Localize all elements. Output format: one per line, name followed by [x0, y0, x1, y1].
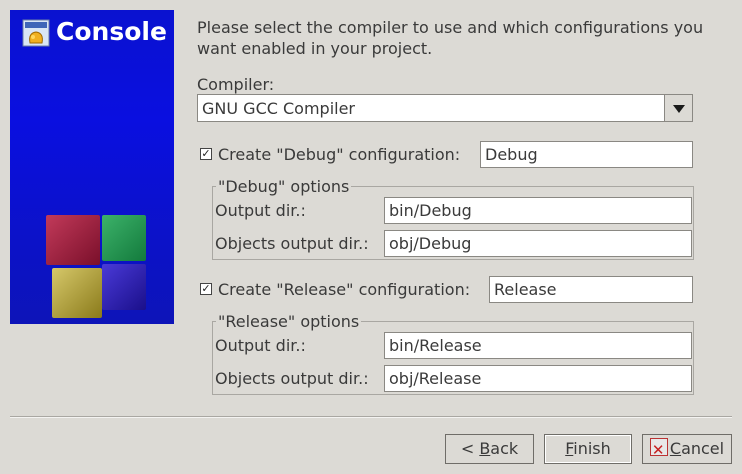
debug-options-title: "Debug" options — [216, 177, 352, 196]
finish-label-rest: inish — [573, 439, 611, 458]
release-options-title: "Release" options — [216, 312, 362, 331]
cancel-icon — [649, 436, 668, 464]
debug-name-value: Debug — [485, 145, 538, 164]
back-label-rest: ack — [490, 439, 519, 458]
release-output-value: bin/Release — [389, 336, 482, 355]
debug-checkbox-label: Create "Debug" configuration: — [218, 145, 461, 164]
debug-output-value: bin/Debug — [389, 201, 472, 220]
codeblocks-logo-icon — [22, 19, 50, 47]
banner-title: Console — [56, 17, 167, 46]
release-objects-label: Objects output dir.: — [215, 369, 369, 388]
cancel-label-rest: ancel — [681, 439, 725, 458]
compiler-value: GNU GCC Compiler — [202, 99, 356, 118]
debug-output-field[interactable]: bin/Debug — [384, 197, 692, 224]
release-objects-field[interactable]: obj/Release — [384, 365, 692, 392]
compiler-label: Compiler: — [197, 75, 275, 94]
debug-objects-value: obj/Debug — [389, 234, 472, 253]
back-mnemonic: B — [479, 439, 491, 458]
cancel-mnemonic: C — [669, 439, 682, 458]
release-output-label: Output dir.: — [215, 336, 306, 355]
intro-text: Please select the compiler to use and wh… — [197, 18, 704, 58]
debug-objects-label: Objects output dir.: — [215, 234, 369, 253]
cancel-button[interactable]: Cancel — [642, 434, 732, 464]
release-name-field[interactable]: Release — [489, 276, 693, 303]
chevron-down-icon[interactable] — [664, 94, 693, 122]
debug-name-field[interactable]: Debug — [480, 141, 693, 168]
debug-checkbox[interactable]: ✓ — [200, 148, 212, 160]
back-prefix: < — [460, 439, 480, 458]
release-name-value: Release — [494, 280, 557, 299]
debug-output-label: Output dir.: — [215, 201, 306, 220]
wizard-banner: Console — [10, 10, 174, 324]
release-checkbox[interactable]: ✓ — [200, 283, 212, 295]
button-separator — [10, 416, 732, 418]
back-button[interactable]: < Back — [445, 434, 534, 464]
release-output-field[interactable]: bin/Release — [384, 332, 692, 359]
release-checkbox-label: Create "Release" configuration: — [218, 280, 471, 299]
release-objects-value: obj/Release — [389, 369, 482, 388]
finish-button[interactable]: Finish — [544, 434, 632, 464]
compiler-select[interactable]: GNU GCC Compiler — [197, 94, 693, 122]
debug-objects-field[interactable]: obj/Debug — [384, 230, 692, 257]
